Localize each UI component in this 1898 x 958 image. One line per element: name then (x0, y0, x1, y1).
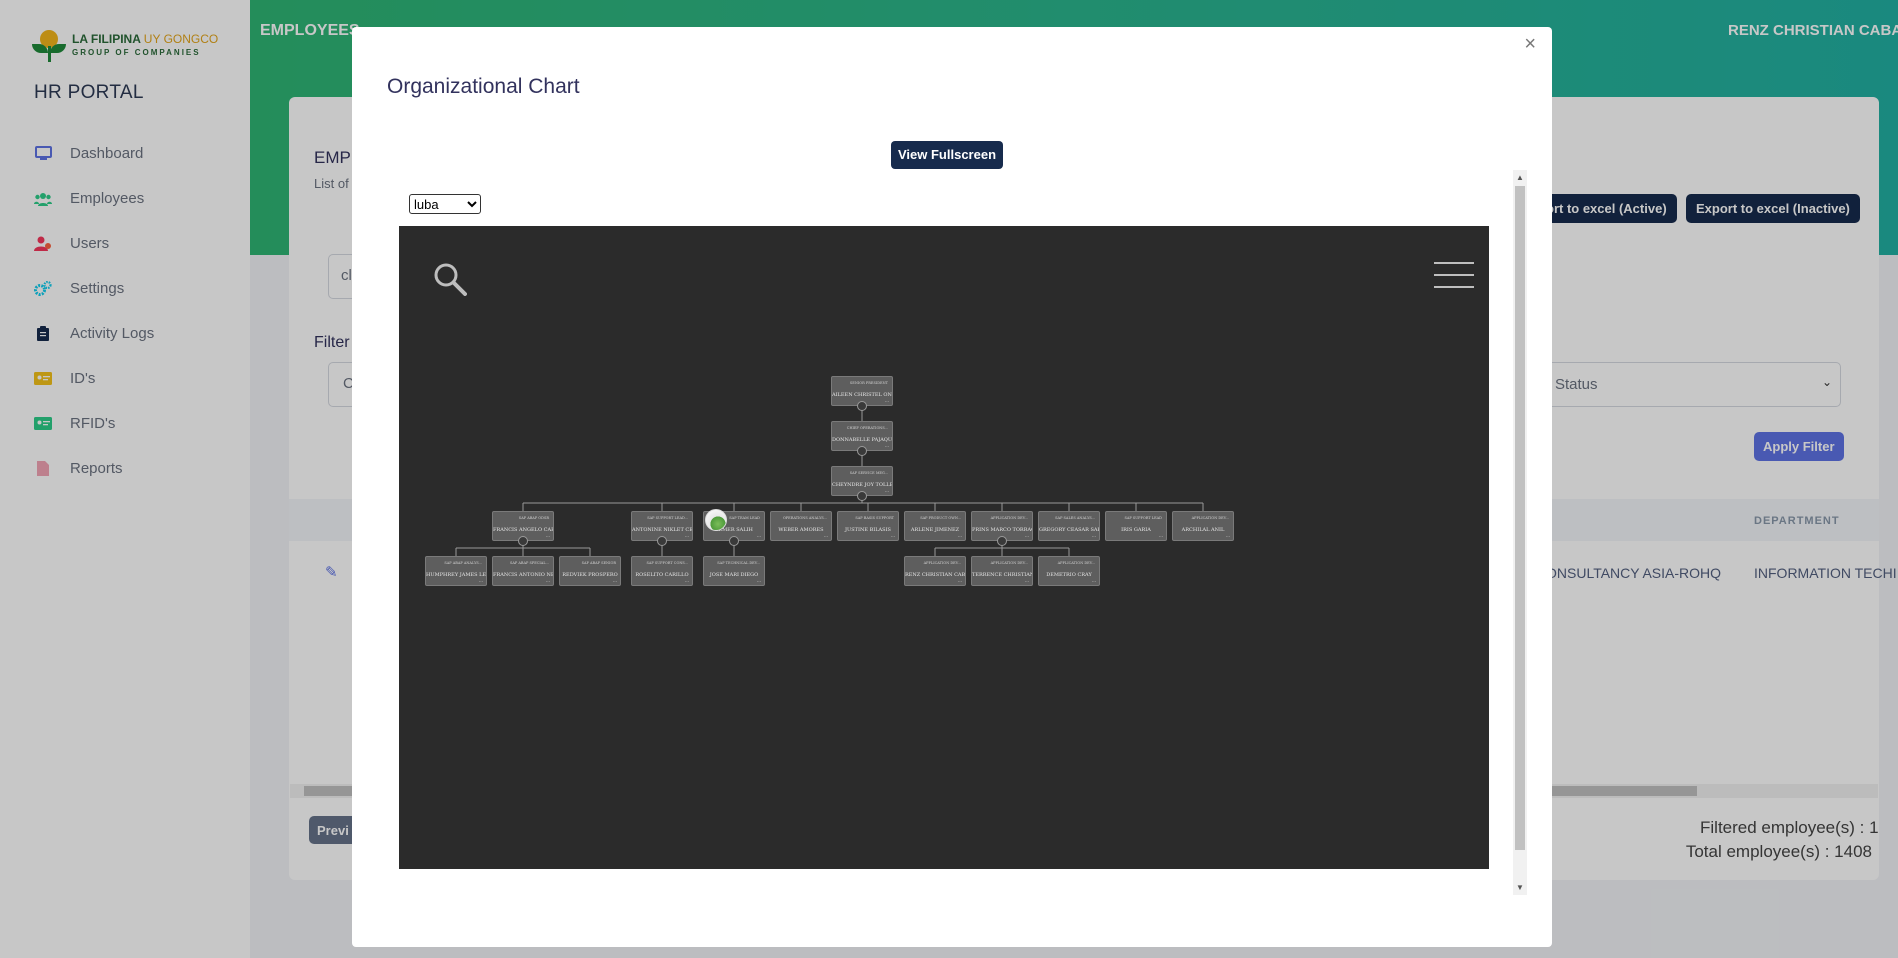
org-node-title: SAP TECHNICAL DEV... (717, 561, 760, 565)
org-node-name: FRANCIS ANTONIO NERI... (493, 572, 553, 578)
expand-collapse-icon[interactable] (857, 401, 867, 411)
node-menu-icon[interactable]: ... (757, 534, 761, 539)
node-menu-icon[interactable]: ... (1092, 534, 1096, 539)
org-chart-node[interactable]: OPERATIONS ANALYS... WEBER AMORES... (770, 511, 832, 541)
org-node-title: APPLICATION DEV... (1057, 561, 1095, 565)
org-node-name: TERRENCE CHRISTIAN TE... (972, 572, 1032, 578)
org-chart-node[interactable]: SAP ABAP ANALYS... HUMPHREY JAMES LEGUN..… (425, 556, 487, 586)
org-node-title: SAP SUPPORT CONS... (646, 561, 688, 565)
node-menu-icon[interactable]: ... (1025, 534, 1029, 539)
org-chart-links (455, 406, 1204, 556)
org-node-title: SAP SUPPORT LEAD (1124, 516, 1162, 520)
org-node-title: SENIOR PRESIDENT (849, 381, 888, 385)
org-chart-frame: luba SENIOR PRESIDENT AILEEN CHRISTEL ONG… (397, 170, 1527, 895)
org-chart-node[interactable]: SAP ABAP SENIOR REDVIEK PROSPERO... (559, 556, 621, 586)
org-node-name: REDVIEK PROSPERO (562, 572, 618, 578)
node-menu-icon[interactable]: ... (1092, 579, 1096, 584)
org-chart-modal: × Organizational Chart View Fullscreen l… (352, 27, 1552, 947)
org-chart-node[interactable]: SAP TECHNICAL DEV... JOSE MARI DIEGO... (703, 556, 765, 586)
org-node-title: SAP TEAM LEAD (729, 516, 760, 520)
search-icon[interactable] (433, 262, 467, 301)
node-menu-icon[interactable]: ... (885, 489, 889, 494)
node-menu-icon[interactable]: ... (891, 534, 895, 539)
org-node-name: IRIS GARIA (1121, 527, 1151, 533)
org-node-title: SAP ABAP ODSR (518, 516, 549, 520)
org-chart-node[interactable]: SAP SUPPORT LEAD IRIS GARIA... (1105, 511, 1167, 541)
scroll-down-icon[interactable]: ▼ (1516, 883, 1524, 892)
close-icon[interactable]: × (1524, 33, 1536, 56)
org-node-name: WEBER AMORES (778, 527, 824, 533)
org-node-title: SAP SERVICE MEG... (849, 471, 888, 475)
org-node-name: FRANCIS ANGELO CARINO (493, 527, 553, 533)
expand-collapse-icon[interactable] (857, 446, 867, 456)
node-menu-icon[interactable]: ... (885, 399, 889, 404)
org-node-name: DEMETRIO CRAY (1046, 572, 1092, 578)
org-chart-canvas[interactable]: SENIOR PRESIDENT AILEEN CHRISTEL ONGK....… (399, 226, 1489, 869)
node-menu-icon[interactable]: ... (958, 579, 962, 584)
org-chart-node[interactable]: SAP ABAP SPECIAL... FRANCIS ANTONIO NERI.… (492, 556, 554, 586)
expand-collapse-icon[interactable] (729, 536, 739, 546)
org-node-title: SAP SUPPORT LEAD... (647, 516, 688, 520)
node-menu-icon[interactable]: ... (824, 534, 828, 539)
expand-collapse-icon[interactable] (997, 536, 1007, 546)
node-menu-icon[interactable]: ... (685, 579, 689, 584)
org-chart-node[interactable]: APPLICATION DEV... DEMETRIO CRAY... (1038, 556, 1100, 586)
node-menu-icon[interactable]: ... (1025, 579, 1029, 584)
org-node-name: DONNABELLE PAJAQUIN (832, 437, 892, 443)
org-node-name: PRINS MARCO TORRAQUITE (972, 527, 1032, 533)
node-menu-icon[interactable]: ... (1159, 534, 1163, 539)
node-menu-icon[interactable]: ... (479, 579, 483, 584)
frame-vertical-scrollbar[interactable]: ▲ ▼ (1513, 170, 1527, 895)
expand-collapse-icon[interactable] (518, 536, 528, 546)
node-menu-icon[interactable]: ... (685, 534, 689, 539)
node-menu-icon[interactable]: ... (958, 534, 962, 539)
org-node-name: ROSELITO CARILLO (635, 572, 689, 578)
org-node-title: OPERATIONS ANALYS... (782, 516, 827, 520)
org-chart-node[interactable]: SAP PRODUCT OWN... ARLENE JIMENEZ... (904, 511, 966, 541)
view-fullscreen-button[interactable]: View Fullscreen (891, 141, 1003, 169)
org-node-name: ARLENE JIMENEZ (910, 527, 960, 533)
scroll-up-icon[interactable]: ▲ (1516, 173, 1524, 182)
org-chart-node[interactable]: SAP SUPPORT CONS... ROSELITO CARILLO... (631, 556, 693, 586)
org-chart-node[interactable]: APPLICATION DEV... TERRENCE CHRISTIAN TE.… (971, 556, 1033, 586)
org-node-name: JUSTINE BILASIS (845, 527, 891, 533)
org-node-name: HUMPHREY JAMES LEGUN... (426, 572, 486, 578)
org-node-title: SAP ABAP ANALYS... (444, 561, 482, 565)
expand-collapse-icon[interactable] (857, 491, 867, 501)
org-node-title: SAP PRODUCT OWN... (920, 516, 961, 520)
node-menu-icon[interactable]: ... (885, 444, 889, 449)
node-menu-icon[interactable]: ... (546, 534, 550, 539)
org-node-title: SAP ABAP SENIOR (581, 561, 616, 565)
node-menu-icon[interactable]: ... (1226, 534, 1230, 539)
expand-collapse-icon[interactable] (657, 536, 667, 546)
menu-icon[interactable] (1434, 262, 1474, 290)
org-node-name: ARCHILAL ANIL (1181, 527, 1225, 533)
node-menu-icon[interactable]: ... (546, 579, 550, 584)
org-node-name: AILEEN CHRISTEL ONGK... (832, 392, 892, 398)
org-node-title: SAP ABAP SPECIAL... (509, 561, 549, 565)
org-chart-node[interactable]: APPLICATION DEV... RENZ CHRISTIAN CABATO.… (904, 556, 966, 586)
org-node-title: APPLICATION DEV... (1191, 516, 1229, 520)
org-node-title: SAP SALES ANALYS... (1055, 516, 1095, 520)
org-node-name: GREGORY CEASAR SARM... (1039, 527, 1099, 533)
org-node-name: JOSE MARI DIEGO (709, 572, 759, 578)
org-node-title: SAP BASIS SUPPORT (855, 516, 894, 520)
org-node-title: CHIEF OPERATIONS... (846, 426, 888, 430)
org-node-title: APPLICATION DEV... (990, 516, 1028, 520)
modal-title: Organizational Chart (387, 75, 580, 98)
org-chart-node[interactable]: APPLICATION DEV... ARCHILAL ANIL... (1172, 511, 1234, 541)
org-node-name: RENZ CHRISTIAN CABATO (905, 572, 965, 578)
org-node-title: APPLICATION DEV... (990, 561, 1028, 565)
org-chart-node[interactable]: SAP BASIS SUPPORT JUSTINE BILASIS... (837, 511, 899, 541)
avatar (705, 509, 727, 531)
org-node-name: CHEYNDRE JOY TOLLEDO (832, 482, 892, 488)
org-node-title: APPLICATION DEV... (923, 561, 961, 565)
tree-select[interactable]: luba (409, 194, 481, 214)
org-chart-node[interactable]: SAP SALES ANALYS... GREGORY CEASAR SARM..… (1038, 511, 1100, 541)
org-node-name: ANTONINE NIKLET CERRO (632, 527, 692, 533)
node-menu-icon[interactable]: ... (757, 579, 761, 584)
node-menu-icon[interactable]: ... (613, 579, 617, 584)
